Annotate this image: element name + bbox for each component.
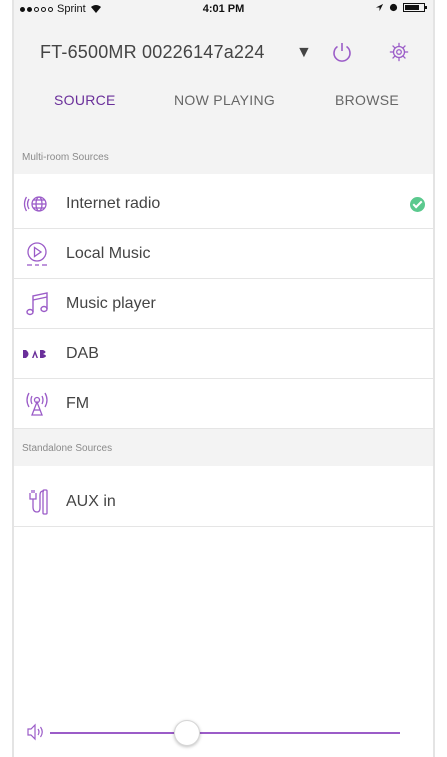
volume-slider-handle[interactable] [173,720,200,746]
status-bar: Sprint 4:01 PM [14,0,433,20]
tab-source[interactable]: SOURCE [54,92,116,108]
battery-icon [403,3,427,12]
status-time: 4:01 PM [202,3,245,15]
battery-fill [405,5,420,10]
selected-check-icon [410,197,425,212]
section-header-standalone: Standalone Sources [14,429,433,466]
source-label: DAB [66,345,99,362]
device-selector-row: FT-6500MR 00226147a224 ▼ [14,38,433,68]
tab-now-playing[interactable]: NOW PLAYING [174,92,275,108]
source-local-music[interactable]: Local Music [14,230,433,279]
location-arrow-icon [375,3,384,12]
chevron-down-icon[interactable]: ▼ [296,44,312,62]
gear-icon[interactable] [388,41,410,63]
fm-antenna-icon [26,392,48,416]
tab-bar: SOURCE NOW PLAYING BROWSE [14,92,433,116]
section-title: Multi-room Sources [22,152,109,163]
volume-slider-track[interactable] [50,732,400,734]
power-icon[interactable] [330,40,354,64]
speaker-icon[interactable] [26,723,46,741]
section-header-multiroom: Multi-room Sources [14,140,433,174]
source-label: Music player [66,295,156,312]
source-label: AUX in [66,493,116,510]
app-screen: Sprint 4:01 PM FT-6500MR 00226147a224 ▼ [14,0,433,757]
app-header: FT-6500MR 00226147a224 ▼ SOURCE NOW PLAY… [14,20,433,140]
globe-radio-icon [23,196,47,212]
volume-control [14,715,433,755]
source-label: Internet radio [66,195,161,212]
source-music-player[interactable]: Music player [14,280,433,329]
tab-browse[interactable]: BROWSE [335,92,399,108]
source-internet-radio[interactable]: Internet radio [14,180,433,229]
dab-logo-icon [23,350,46,358]
section-title: Standalone Sources [22,443,113,454]
device-selector[interactable]: FT-6500MR 00226147a224 [40,42,265,63]
alarm-icon [389,3,398,12]
source-fm[interactable]: FM [14,380,433,429]
play-circle-icon [27,242,47,266]
aux-plug-icon [29,489,48,515]
source-label: Local Music [66,245,151,262]
source-aux-in[interactable]: AUX in [14,478,433,527]
source-label: FM [66,395,90,412]
device-frame-right [433,0,435,757]
music-note-icon [26,292,48,316]
source-dab[interactable]: DAB [14,330,433,379]
status-right [375,3,427,12]
